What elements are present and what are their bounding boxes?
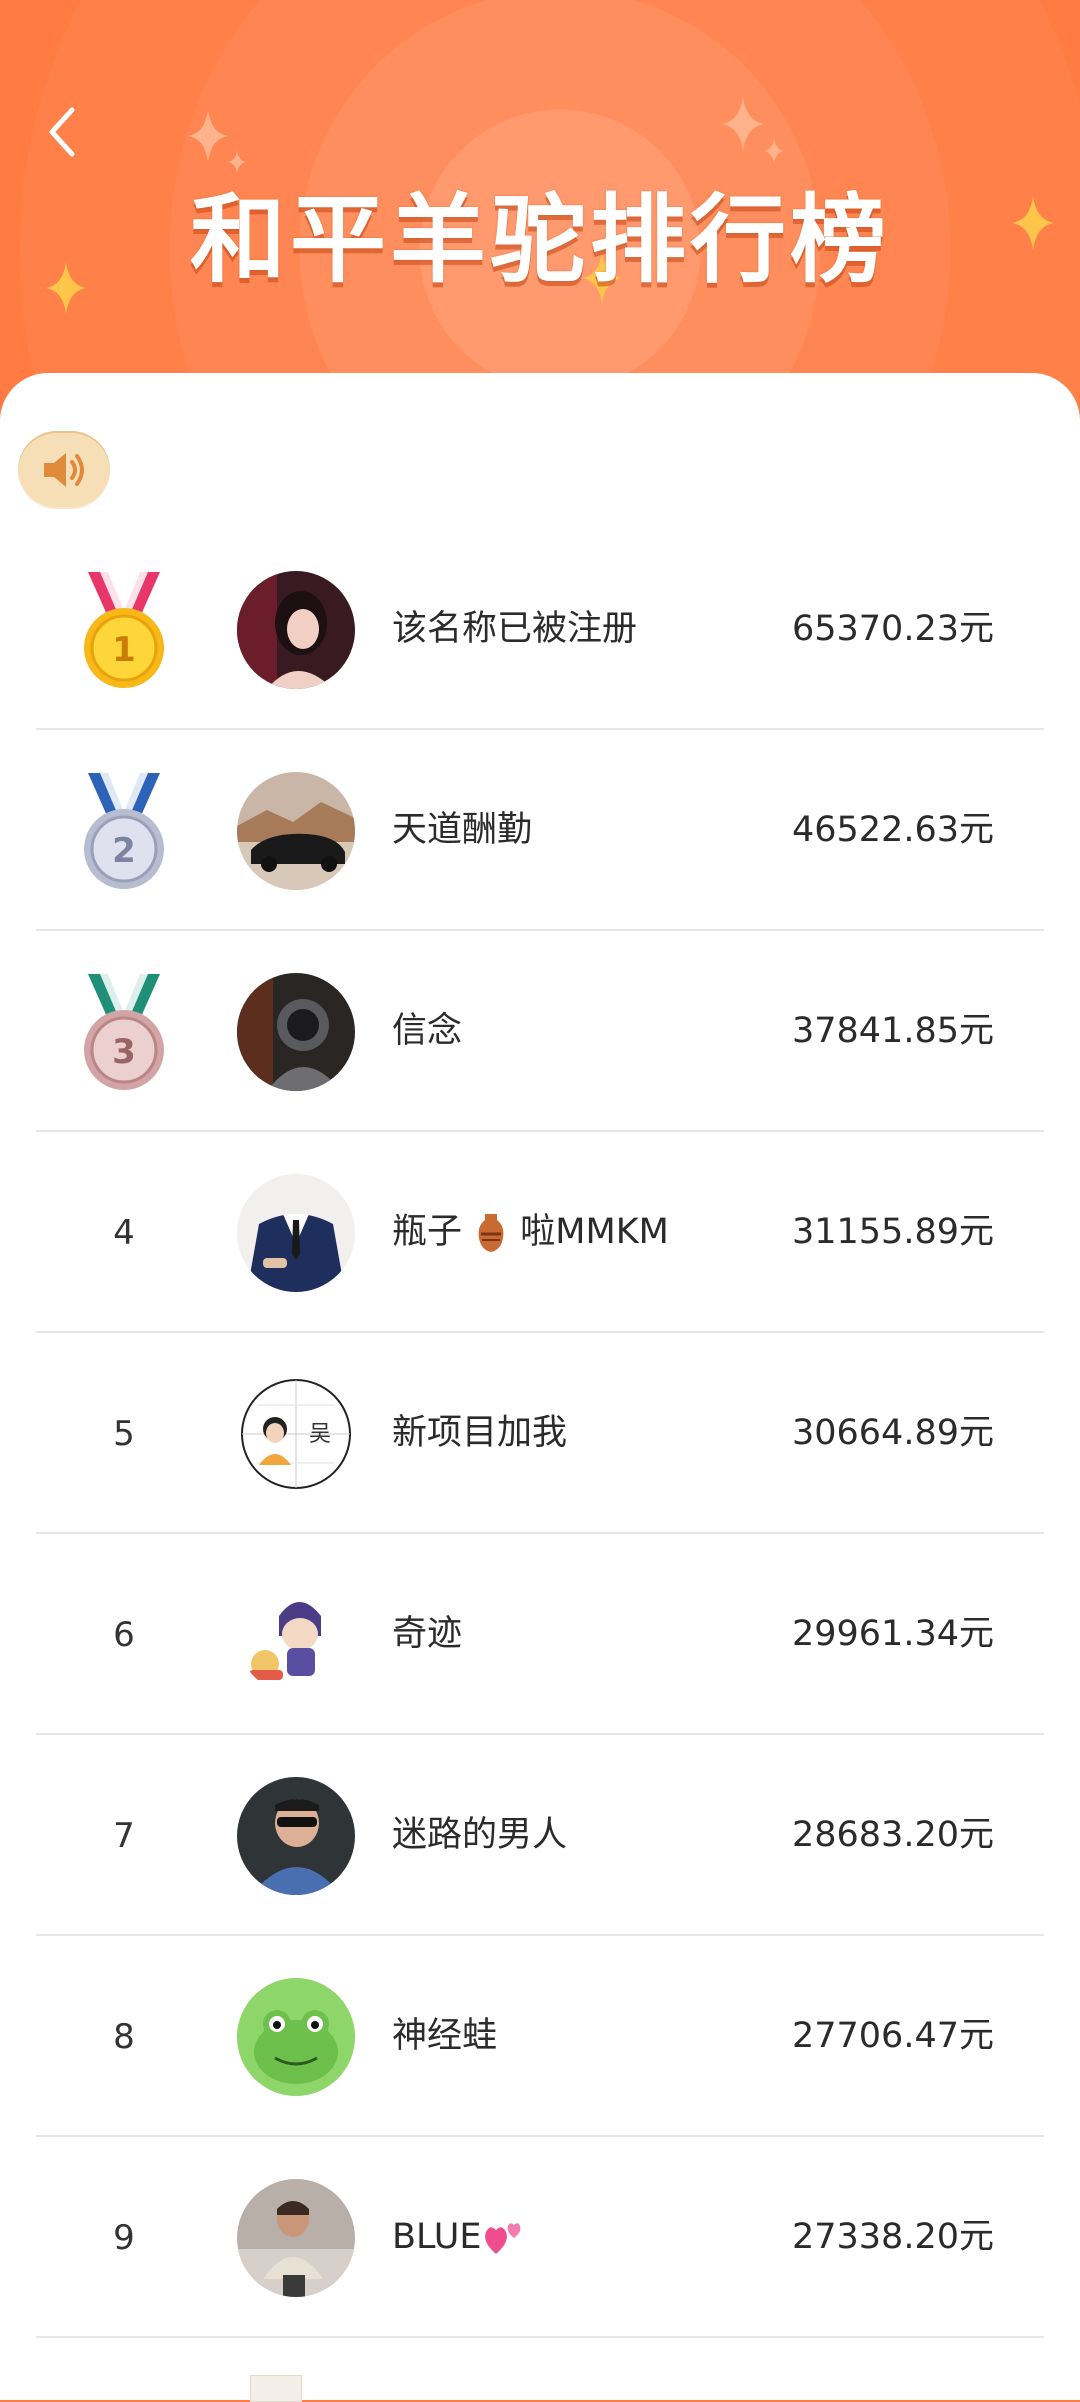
rank-number: 8 bbox=[113, 2016, 135, 2057]
avatar[interactable] bbox=[237, 2179, 355, 2297]
amount: 27338.20元 bbox=[791, 2217, 994, 2257]
back-button[interactable] bbox=[38, 100, 88, 164]
medal-rank-number: 1 bbox=[112, 630, 136, 670]
leaderboard-row[interactable]: 2 天道酬勤 46522.63元 bbox=[36, 730, 1044, 931]
sparkle-icon bbox=[188, 110, 228, 162]
avatar[interactable] bbox=[237, 1174, 355, 1292]
user-name-suffix: 啦MMKM bbox=[520, 1212, 669, 1252]
amount: 37841.85元 bbox=[791, 1011, 994, 1051]
amount: 65370.23元 bbox=[791, 609, 994, 649]
two-hearts-emoji bbox=[484, 2223, 520, 2254]
bronze-medal-icon: 3 bbox=[84, 973, 164, 1090]
amphora-emoji bbox=[478, 1214, 504, 1252]
leaderboard-row[interactable]: 6 奇迹 29961.34元 bbox=[36, 1534, 1044, 1735]
next-row-avatar-partial bbox=[250, 2375, 302, 2402]
amount: 29961.34元 bbox=[791, 1614, 994, 1654]
medal-rank-number: 2 bbox=[112, 831, 136, 871]
rank-cell: 2 bbox=[74, 730, 174, 931]
avatar[interactable] bbox=[237, 973, 355, 1091]
rank-cell: 3 bbox=[74, 931, 174, 1132]
user-name: 该名称已被注册 bbox=[392, 609, 638, 649]
rank-number: 6 bbox=[113, 1614, 135, 1655]
rank-cell: 4 bbox=[74, 1132, 174, 1333]
leaderboard-list: 1 该名称已被注册 65370.23元 2 天道酬勤 46522.63元 3 信… bbox=[36, 529, 1044, 2338]
rank-cell: 6 bbox=[74, 1534, 174, 1735]
sparkle-icon bbox=[722, 96, 764, 152]
rank-number: 5 bbox=[113, 1413, 135, 1454]
user-name: BLUE bbox=[392, 2137, 526, 2338]
avatar[interactable] bbox=[237, 1978, 355, 2096]
silver-medal-icon: 2 bbox=[84, 772, 164, 889]
avatar[interactable] bbox=[237, 1576, 355, 1694]
sparkle-icon bbox=[764, 138, 784, 164]
rank-number: 4 bbox=[113, 1212, 135, 1253]
rank-cell: 7 bbox=[74, 1735, 174, 1936]
chevron-left-icon bbox=[49, 107, 75, 157]
user-name: 奇迹 bbox=[392, 1614, 463, 1654]
leaderboard-row[interactable]: 9 BLUE 27338.20元 bbox=[36, 2137, 1044, 2338]
user-name: 瓶子 啦MMKM bbox=[392, 1132, 669, 1333]
header: 和平羊驼排行榜 bbox=[0, 0, 1080, 420]
rank-cell: 8 bbox=[74, 1936, 174, 2137]
rank-cell: 9 bbox=[74, 2137, 174, 2338]
leaderboard-row[interactable]: 1 该名称已被注册 65370.23元 bbox=[36, 529, 1044, 730]
amount: 27706.47元 bbox=[791, 2016, 994, 2056]
leaderboard-row[interactable]: 3 信念 37841.85元 bbox=[36, 931, 1044, 1132]
rank-cell: 1 bbox=[74, 529, 174, 730]
user-name: 新项目加我 bbox=[392, 1413, 568, 1453]
user-name: 天道酬勤 bbox=[392, 810, 533, 850]
leaderboard-card: 1 该名称已被注册 65370.23元 2 天道酬勤 46522.63元 3 信… bbox=[0, 373, 1080, 2400]
leaderboard-row[interactable]: 8 神经蛙 27706.47元 bbox=[36, 1936, 1044, 2137]
user-name: 神经蛙 bbox=[392, 2016, 498, 2056]
rank-number: 9 bbox=[113, 2217, 135, 2258]
avatar[interactable] bbox=[237, 1777, 355, 1895]
gold-medal-icon: 1 bbox=[84, 571, 164, 688]
amount: 46522.63元 bbox=[791, 810, 994, 850]
amount: 28683.20元 bbox=[791, 1815, 994, 1855]
avatar[interactable] bbox=[237, 772, 355, 890]
amount: 30664.89元 bbox=[791, 1413, 994, 1453]
leaderboard-row[interactable]: 7 迷路的男人 28683.20元 bbox=[36, 1735, 1044, 1936]
user-name-text: BLUE bbox=[392, 2217, 482, 2257]
medal-rank-number: 3 bbox=[112, 1032, 136, 1072]
leaderboard-row[interactable]: 4 瓶子 啦MMKM 31155.89元 bbox=[36, 1132, 1044, 1333]
rank-number: 7 bbox=[113, 1815, 135, 1856]
user-name-text: 瓶子 bbox=[392, 1212, 463, 1252]
user-name: 迷路的男人 bbox=[392, 1815, 568, 1855]
sound-button[interactable] bbox=[18, 431, 110, 509]
amount: 31155.89元 bbox=[791, 1212, 994, 1252]
user-name: 信念 bbox=[392, 1011, 463, 1051]
avatar[interactable] bbox=[237, 571, 355, 689]
rank-cell: 5 bbox=[74, 1333, 174, 1534]
speaker-icon bbox=[44, 453, 84, 487]
page-title: 和平羊驼排行榜 bbox=[190, 184, 890, 296]
svg-text:吴: 吴 bbox=[309, 1422, 331, 1447]
leaderboard-row[interactable]: 5 吴 新项目加我 30664.89元 bbox=[36, 1333, 1044, 1534]
avatar[interactable]: 吴 bbox=[237, 1375, 355, 1493]
